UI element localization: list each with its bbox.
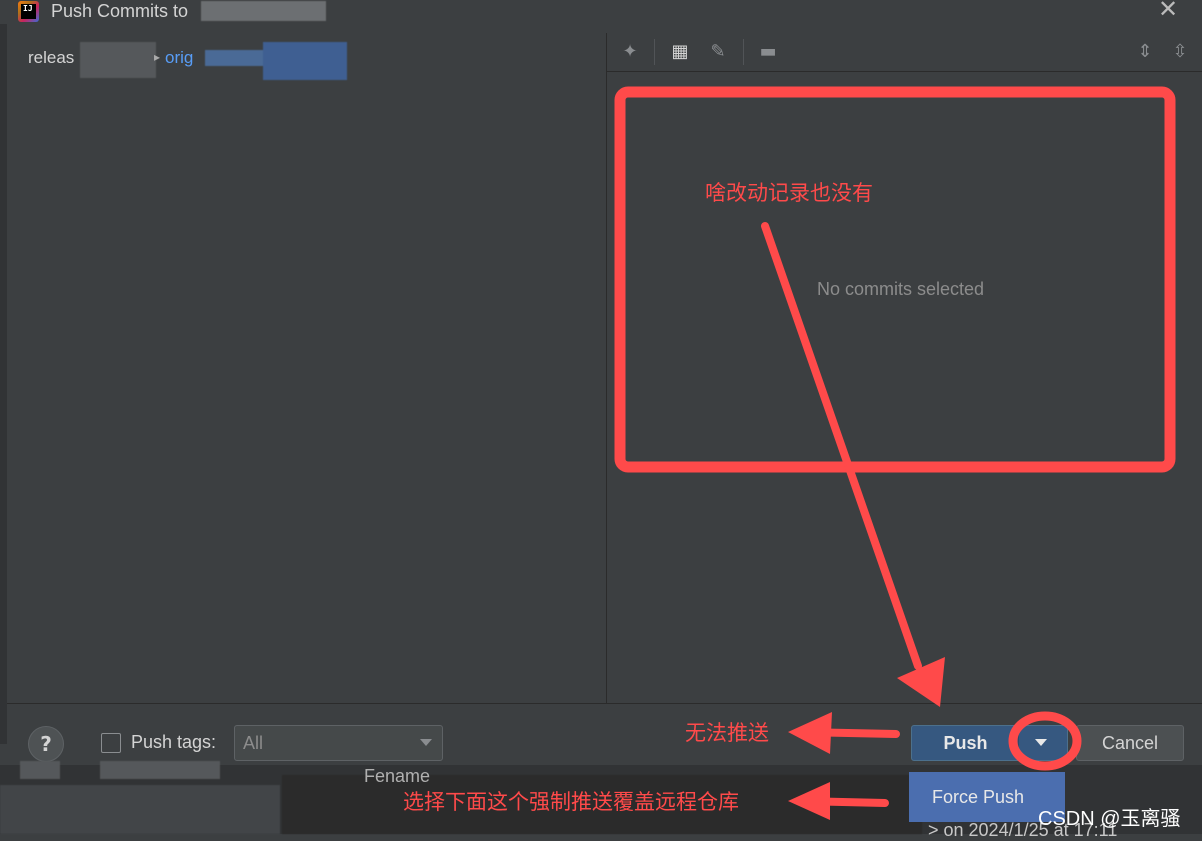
push-button[interactable]: Push: [911, 725, 1020, 761]
chevron-down-icon: [1035, 739, 1047, 746]
window-title: Push Commits to: [51, 1, 189, 21]
toolbar-separator: [654, 39, 655, 65]
annotation-arrowhead: [788, 712, 832, 754]
title-bar: IJ Push Commits to ✕: [0, 0, 1202, 24]
tags-combo[interactable]: All: [234, 725, 443, 761]
annotation-box-note: 啥改动记录也没有: [705, 181, 873, 205]
push-tags-checkbox[interactable]: [101, 733, 121, 753]
watermark: CSDN @玉离骚: [1038, 808, 1181, 830]
push-dropdown-button[interactable]: [1018, 725, 1068, 761]
group-icon[interactable]: ▦: [669, 41, 691, 63]
expand-all-icon[interactable]: ⇕: [1134, 41, 1156, 63]
close-icon[interactable]: ✕: [1158, 0, 1178, 21]
empty-state-text: No commits selected: [817, 279, 985, 299]
redacted-block: [100, 761, 220, 779]
commit-details-panel: [607, 72, 1202, 703]
redacted-target: [201, 1, 326, 21]
annotation-arrow: [796, 728, 900, 738]
redacted-block: [0, 785, 280, 834]
tags-combo-value: All: [243, 733, 264, 753]
help-button[interactable]: ?: [28, 726, 64, 762]
details-toolbar: ✦ ▦ ✎ ▬ ⇕ ⇳: [607, 33, 1202, 72]
redacted-branch: [80, 42, 156, 78]
footer-divider: [7, 703, 1202, 704]
redacted-remote: [205, 50, 265, 66]
collapse-all-icon[interactable]: ⇳: [1169, 41, 1191, 63]
redacted-remote-2: [263, 42, 347, 80]
remote-branch-link[interactable]: orig: [165, 48, 193, 68]
redacted-block: [20, 761, 60, 779]
background-editor-strip: [0, 24, 7, 744]
local-branch-label[interactable]: releas: [28, 48, 74, 68]
commit-tree-panel: [7, 33, 606, 703]
annotation-push-note: 无法推送: [685, 721, 769, 745]
push-tags-label: Push tags:: [131, 732, 217, 752]
force-push-menu-item[interactable]: Force Push: [932, 787, 1024, 808]
collapse-icon[interactable]: ✦: [619, 41, 641, 63]
cancel-button[interactable]: Cancel: [1076, 725, 1184, 761]
annotation-force-note: 选择下面这个强制推送覆盖远程仓库: [403, 790, 739, 814]
edit-icon[interactable]: ✎: [707, 41, 729, 63]
chevron-down-icon: [420, 739, 432, 746]
toolbar-separator: [743, 39, 744, 65]
arrow-right-icon: ▸: [154, 50, 161, 64]
background-text: Fename: [364, 766, 431, 786]
preview-icon[interactable]: ▬: [757, 41, 779, 63]
intellij-logo-icon: IJ: [18, 1, 39, 22]
